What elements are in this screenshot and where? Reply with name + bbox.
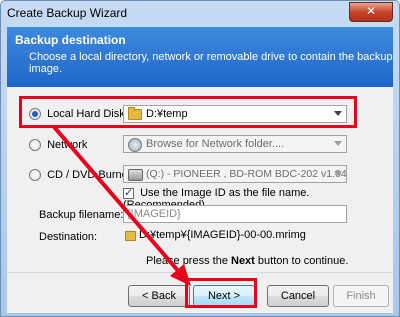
finish-button[interactable]: Finish bbox=[333, 285, 389, 307]
next-button[interactable]: Next > bbox=[193, 285, 255, 307]
destination-folder-icon bbox=[125, 231, 136, 241]
close-icon: ✕ bbox=[365, 4, 377, 18]
local-folder-value: D:¥temp bbox=[146, 108, 188, 120]
local-hard-disk-option[interactable]: Local Hard Disk bbox=[29, 108, 125, 121]
folder-icon bbox=[128, 107, 142, 120]
cd-dvd-option[interactable]: CD / DVD Burner bbox=[29, 169, 132, 182]
network-radio[interactable] bbox=[29, 139, 41, 152]
optical-drive-icon bbox=[128, 169, 143, 181]
cd-dvd-label: CD / DVD Burner bbox=[47, 169, 132, 181]
page-description: Choose a local directory, network or rem… bbox=[29, 51, 393, 75]
network-option[interactable]: Network bbox=[29, 139, 88, 152]
continue-hint: Please press the Next button to continue… bbox=[146, 255, 348, 267]
wizard-window: Create Backup Wizard ✕ Backup destinatio… bbox=[0, 0, 400, 317]
destination-label: Destination: bbox=[39, 231, 98, 243]
network-folder-combo[interactable]: Browse for Network folder.... bbox=[123, 135, 347, 153]
cancel-button[interactable]: Cancel bbox=[267, 285, 329, 307]
destination-value: D:¥temp¥{IMAGEID}-00-00.mrimg bbox=[139, 229, 306, 241]
chevron-down-icon[interactable] bbox=[334, 111, 342, 116]
local-folder-combo[interactable]: D:¥temp bbox=[123, 105, 347, 123]
hint-prefix: Please press the bbox=[146, 255, 231, 267]
local-hard-disk-label: Local Hard Disk bbox=[47, 108, 125, 120]
cd-drive-value: (Q:) - PIONEER , BD-ROM BDC-202 v1.04 (3… bbox=[146, 168, 347, 180]
local-hard-disk-radio[interactable] bbox=[29, 108, 41, 121]
window-title: Create Backup Wizard bbox=[7, 6, 128, 20]
use-image-id-checkbox[interactable] bbox=[123, 186, 134, 199]
network-browse-icon bbox=[128, 138, 142, 152]
hint-suffix: button to continue. bbox=[254, 255, 349, 267]
wizard-content: Local Hard Disk D:¥temp Network Browse f… bbox=[7, 87, 393, 313]
network-label: Network bbox=[47, 139, 88, 151]
close-button[interactable]: ✕ bbox=[349, 2, 393, 22]
back-button[interactable]: < Back bbox=[128, 285, 190, 307]
page-title: Backup destination bbox=[15, 33, 126, 47]
chevron-down-icon[interactable] bbox=[334, 141, 342, 146]
title-bar: Create Backup Wizard ✕ bbox=[1, 1, 399, 25]
hint-next-word: Next bbox=[231, 255, 255, 267]
cd-dvd-radio[interactable] bbox=[29, 169, 41, 182]
backup-filename-field[interactable]: {IMAGEID} bbox=[123, 205, 347, 223]
footer-divider bbox=[7, 272, 393, 273]
backup-filename-label: Backup filename: bbox=[39, 209, 124, 221]
header-banner: Backup destination Choose a local direct… bbox=[7, 27, 393, 87]
network-folder-value: Browse for Network folder.... bbox=[146, 138, 285, 150]
cd-drive-combo[interactable]: (Q:) - PIONEER , BD-ROM BDC-202 v1.04 (3… bbox=[123, 165, 347, 183]
chevron-down-icon[interactable] bbox=[334, 171, 342, 176]
